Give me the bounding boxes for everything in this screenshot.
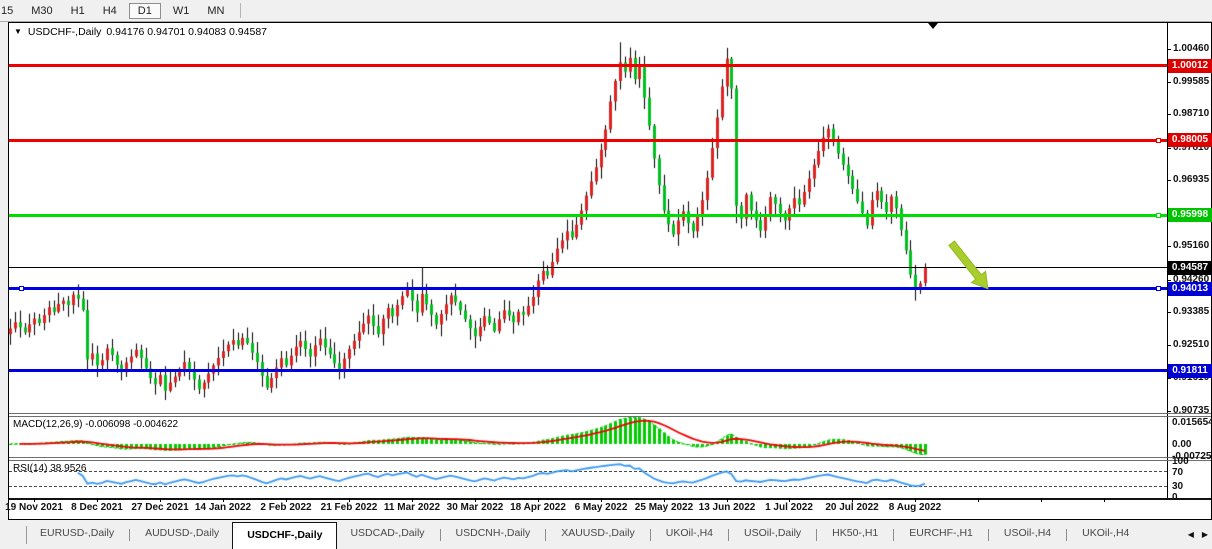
down-arrow-shape[interactable] [949, 241, 988, 289]
down-arrow-annotation[interactable] [0, 0, 1212, 549]
terminal-window: 15M30H1H4D1W1MN ▼USDCHF-,Daily0.94176 0.… [0, 0, 1212, 549]
